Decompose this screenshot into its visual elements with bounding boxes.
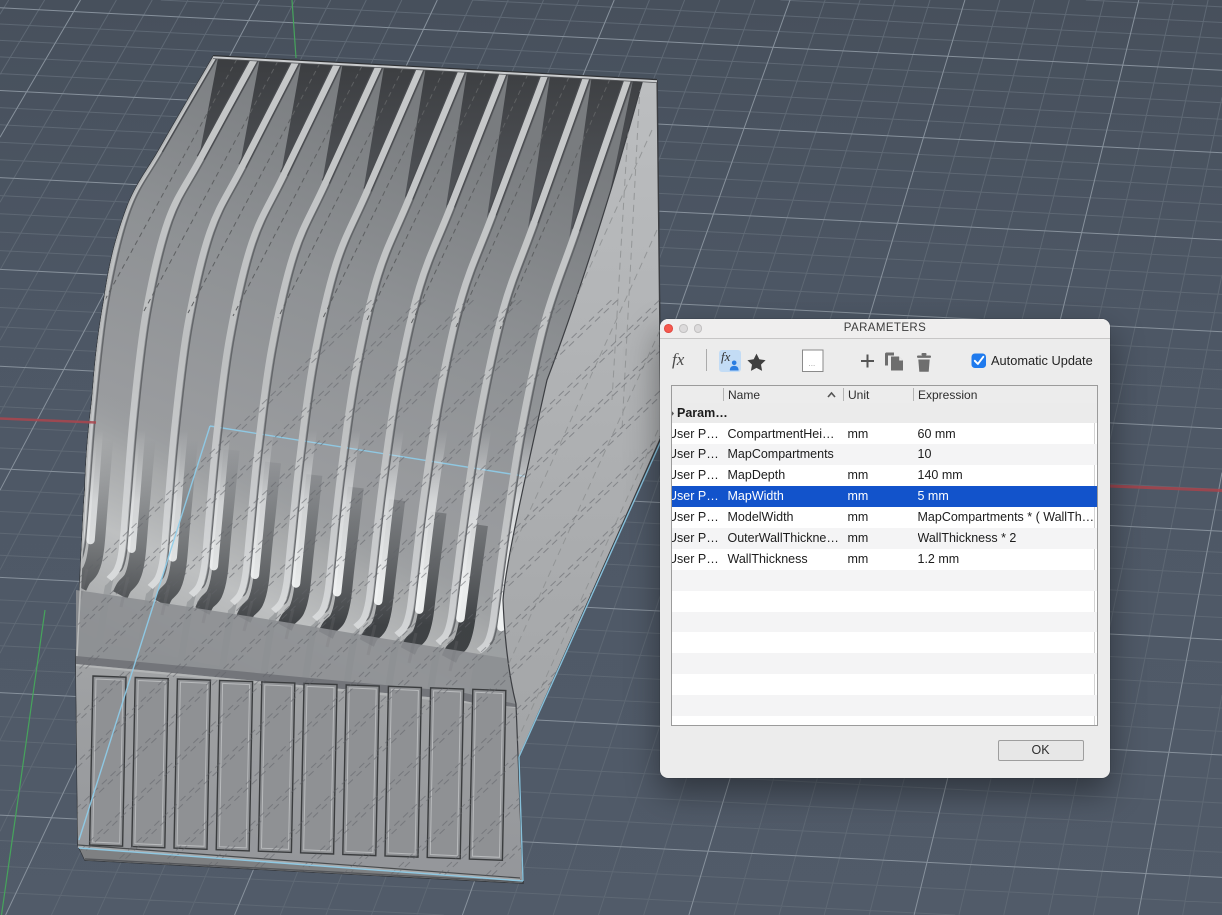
svg-text:...: ... (809, 359, 816, 368)
